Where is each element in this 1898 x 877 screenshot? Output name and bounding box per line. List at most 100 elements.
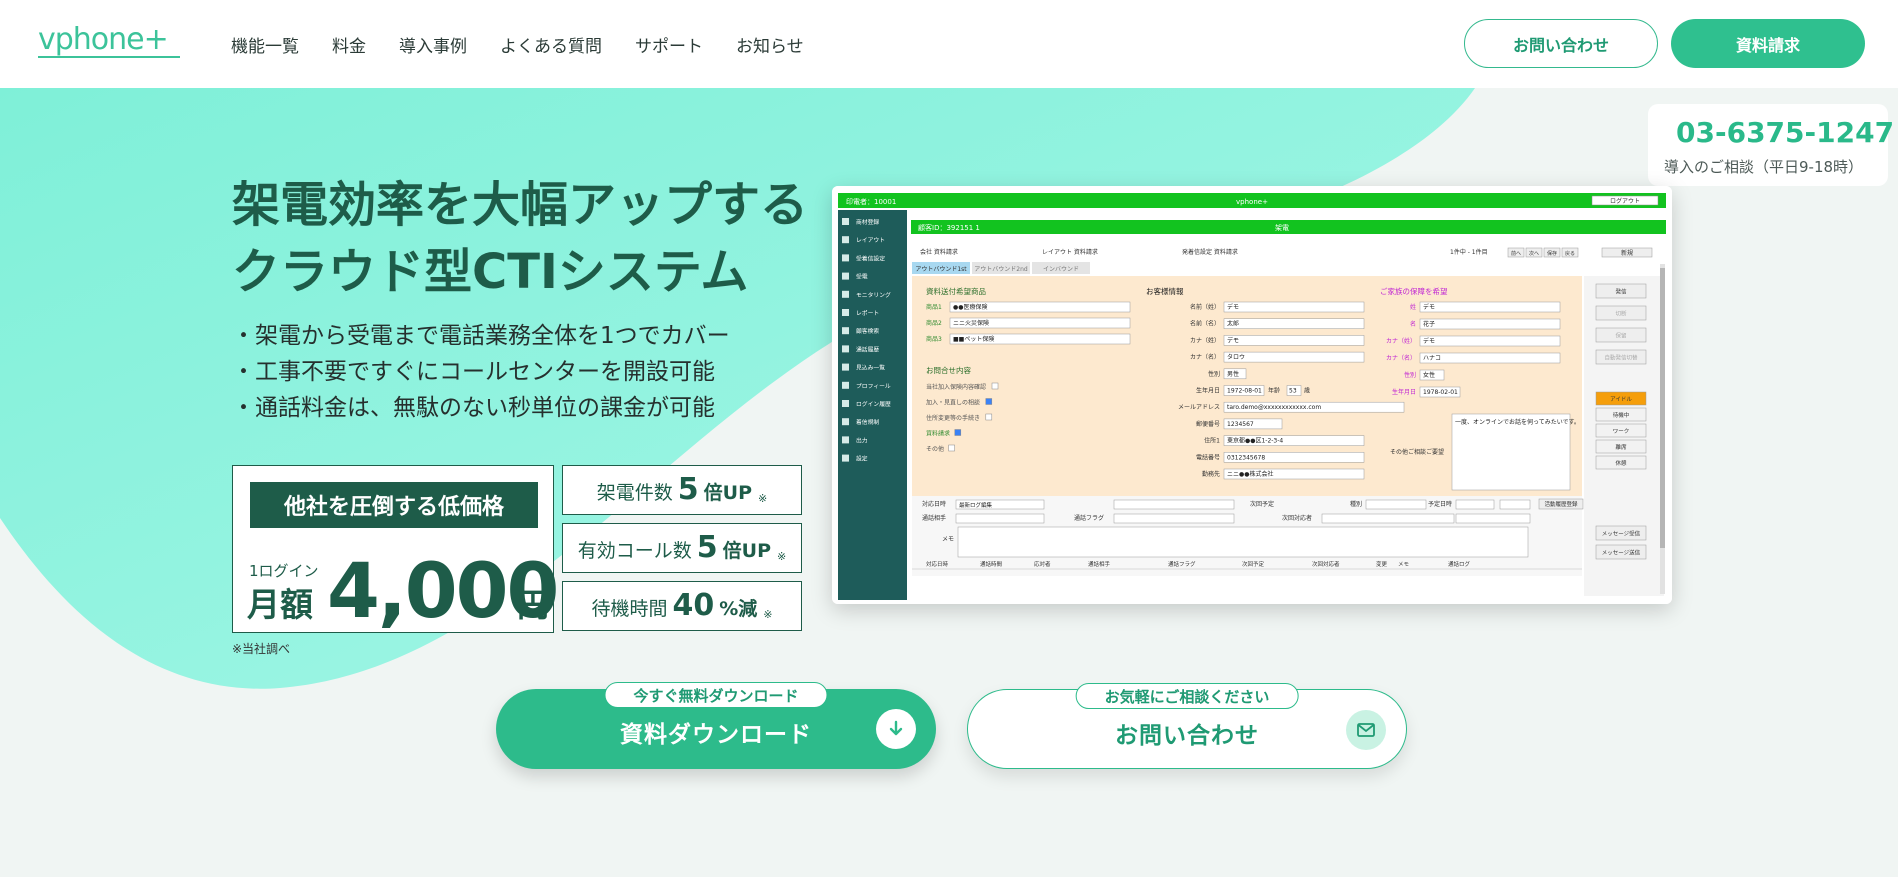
product-label: 商品3 — [926, 335, 942, 343]
tab-label: アウトバウンド1st — [915, 265, 967, 273]
inquiry-checkbox — [948, 444, 955, 452]
inquiry-item: 加入・見直しの相談 — [926, 399, 980, 407]
table-header: 応対者 — [1034, 560, 1051, 568]
download-cta-button[interactable]: 今すぐ無料ダウンロード 資料ダウンロード — [496, 682, 936, 769]
family-value: ハナコ — [1423, 355, 1441, 362]
sidebar-icon — [842, 363, 849, 371]
section-title: 資料送付希望商品 — [926, 286, 986, 296]
customer-value: 1234567 — [1227, 421, 1254, 428]
family-value: 女性 — [1423, 371, 1435, 379]
sidebar-icon — [842, 309, 849, 316]
customer-label: 電話番号 — [1196, 453, 1220, 461]
status-label: 離席 — [1615, 443, 1627, 451]
table-header: 通話ログ — [1448, 560, 1471, 568]
age-value: 53 — [1289, 388, 1297, 395]
sidebar-icon — [842, 218, 849, 225]
customer-label: 郵便番号 — [1196, 420, 1220, 428]
inquiry-checkbox — [985, 398, 993, 405]
section-title: お問合せ内容 — [926, 365, 971, 375]
stat-number: 5 — [677, 472, 699, 507]
mail-icon — [1346, 710, 1386, 750]
phone-contact-box: 03-6375-1247 導入のご相談（平日9-18時） — [1648, 104, 1894, 186]
nav-support[interactable]: サポート — [635, 32, 703, 57]
header-document-button[interactable]: 資料請求 — [1671, 19, 1865, 68]
log-label: 通話相手 — [922, 514, 946, 522]
info-layout: レイアウト 資料請求 — [1042, 248, 1098, 256]
sidebar-icon — [842, 381, 849, 389]
log-select — [1113, 513, 1235, 524]
download-cta-tag: 今すぐ無料ダウンロード — [604, 682, 828, 708]
nav-faq[interactable]: よくある質問 — [500, 32, 602, 57]
family-value: デモ — [1423, 337, 1435, 345]
nav-features[interactable]: 機能一覧 — [231, 32, 299, 57]
logo[interactable]: vphone+ — [38, 22, 188, 62]
call-control-label: 保留 — [1615, 332, 1627, 340]
status-label: アイドル — [1610, 396, 1632, 403]
record-counter: 1件中 - 1件目 — [1450, 248, 1488, 256]
stat-number: 5 — [696, 530, 718, 565]
log-label: 次回予定 — [1250, 500, 1274, 508]
info-setting: 発着信設定 資料請求 — [1182, 248, 1238, 256]
family-field — [1419, 318, 1561, 330]
record-nav-label: 次へ — [1529, 250, 1539, 257]
sidebar-item: レイアウト — [856, 236, 885, 244]
new-label: 新規 — [1621, 249, 1633, 257]
product-value: ●●医療保険 — [953, 303, 987, 311]
nav-news[interactable]: お知らせ — [736, 32, 804, 57]
stat-footnote-mark: ※ — [777, 550, 787, 563]
header-contact-button[interactable]: お問い合わせ — [1464, 19, 1658, 68]
operator-id: 印電者：10001 — [846, 198, 896, 206]
customer-field — [1223, 301, 1365, 313]
log-select — [1365, 499, 1427, 510]
contact-cta-button[interactable]: お気軽にご相談ください お問い合わせ — [967, 683, 1407, 769]
customer-id: 顧客ID：392151 1 — [918, 223, 980, 232]
log-select — [1113, 499, 1235, 510]
sidebar-item: モニタリング — [856, 291, 891, 299]
customer-label: 性別 — [1208, 370, 1220, 378]
family-label: 姓 — [1410, 303, 1416, 311]
log-label: メモ — [942, 536, 954, 543]
stat-calls: 架電件数 5 倍UP ※ — [562, 465, 802, 515]
sidebar-item: 見込み一覧 — [856, 364, 885, 372]
stat-footnote-mark: ※ — [758, 492, 768, 505]
log-label: 通話フラグ — [1074, 514, 1104, 522]
sidebar-item: ログイン履歴 — [856, 400, 891, 408]
inquiry-item: 当社加入保険内容確認 — [926, 383, 986, 391]
phone-number[interactable]: 03-6375-1247 — [1676, 116, 1894, 149]
customer-label: 勤務先 — [1202, 470, 1220, 478]
tab-label: インバウンド — [1043, 265, 1079, 273]
customer-label: 名前（姓） — [1190, 303, 1220, 311]
stat-label: 有効コール数 — [577, 540, 692, 562]
contact-cta-tag: お気軽にご相談ください — [1075, 683, 1299, 709]
status-label: ワーク — [1613, 428, 1630, 435]
nav-pricing[interactable]: 料金 — [332, 32, 366, 57]
status-label: 休憩 — [1615, 459, 1627, 467]
memo-textarea — [957, 526, 1529, 558]
log-select-value: 最新ログ編集 — [959, 501, 993, 509]
call-control-label: 切断 — [1615, 310, 1627, 318]
log-label: 対応日時 — [922, 500, 946, 508]
sidebar-icon — [842, 454, 849, 462]
product-label: 商品2 — [926, 319, 942, 327]
stat-unit: 倍UP — [703, 482, 753, 504]
hero-headline: 架電効率を大幅アップする クラウド型CTIシステム — [232, 172, 808, 306]
consult-text: 一度、オンラインでお話を伺ってみたいです。 — [1455, 418, 1580, 426]
feature-bullets: ・架電から受電まで電話業務全体を1つでカバー ・工事不要ですぐにコールセンターを… — [232, 318, 730, 426]
family-field — [1419, 301, 1561, 313]
bullet-item: ・工事不要ですぐにコールセンターを開設可能 — [232, 359, 715, 385]
table-header: 通話フラグ — [1168, 560, 1196, 568]
nav-case-studies[interactable]: 導入事例 — [399, 32, 467, 57]
sidebar-item: 受着信設定 — [856, 254, 885, 262]
table-header: メモ — [1398, 561, 1409, 568]
sidebar-item: 通話履歴 — [856, 345, 879, 353]
inquiry-checkbox — [991, 382, 999, 390]
site-header: vphone+ 機能一覧 料金 導入事例 よくある質問 サポート お知らせ お問… — [0, 0, 1898, 88]
tab-label: アウトバウンド2nd — [974, 265, 1028, 273]
customer-field — [1223, 335, 1365, 346]
bullet-item: ・通話料金は、無駄のない秒単位の課金が可能 — [232, 395, 715, 421]
stat-footnote-mark: ※ — [763, 608, 773, 621]
product-label: 商品1 — [926, 303, 942, 311]
sidebar-item: 出力 — [856, 436, 868, 444]
stat-label: 架電件数 — [596, 482, 673, 504]
download-cta-label: 資料ダウンロード — [620, 722, 812, 748]
